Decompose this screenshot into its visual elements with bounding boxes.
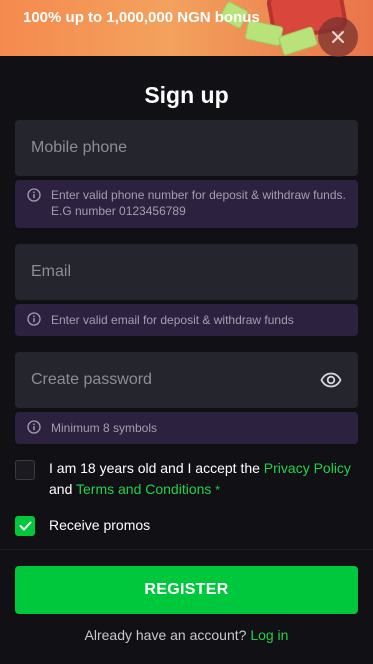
consent-prefix: I am 18 years old and I accept the [49,460,260,476]
divider [0,549,373,550]
terms-consent-text: I am 18 years old and I accept the Priva… [49,458,351,501]
info-icon [27,420,41,434]
info-icon [27,312,41,326]
show-password-toggle[interactable] [320,370,342,390]
password-field[interactable]: Create password [15,352,358,408]
close-button[interactable] [318,17,358,57]
login-prompt-text: Already have an account? [84,627,247,643]
close-icon [332,31,344,43]
eye-icon [320,372,342,388]
email-placeholder: Email [31,263,72,280]
register-button[interactable]: REGISTER [15,566,358,614]
mobile-phone-field[interactable]: Mobile phone [15,120,358,176]
phone-hint-text: Enter valid phone number for deposit & w… [51,188,346,218]
required-mark: * [215,483,220,497]
promos-label: Receive promos [49,517,151,533]
promos-checkbox[interactable] [15,515,35,536]
terms-checkbox[interactable] [15,460,35,480]
mobile-phone-placeholder: Mobile phone [31,139,128,156]
page-title: Sign up [144,82,229,108]
password-hint-text: Minimum 8 symbols [51,421,158,435]
terms-and-conditions-link[interactable]: Terms and Conditions [76,481,211,497]
email-hint: Enter valid email for deposit & withdraw… [15,304,358,336]
log-in-link[interactable]: Log in [250,627,288,643]
terms-consent-row: I am 18 years old and I accept the Priva… [15,458,358,501]
info-icon [27,188,41,202]
consent-and: and [49,481,73,497]
email-hint-text: Enter valid email for deposit & withdraw… [51,313,294,327]
banner-text: 100% up to 1,000,000 NGN bonus [23,9,260,26]
login-prompt: Already have an account? Log in [0,627,373,643]
promo-banner: 100% up to 1,000,000 NGN bonus [0,0,373,56]
phone-hint: Enter valid phone number for deposit & w… [15,180,358,228]
checkmark-icon [19,521,31,530]
email-field[interactable]: Email [15,244,358,300]
password-placeholder: Create password [31,371,152,388]
privacy-policy-link[interactable]: Privacy Policy [264,460,351,476]
password-hint: Minimum 8 symbols [15,412,358,444]
promos-row: Receive promos [15,515,358,536]
